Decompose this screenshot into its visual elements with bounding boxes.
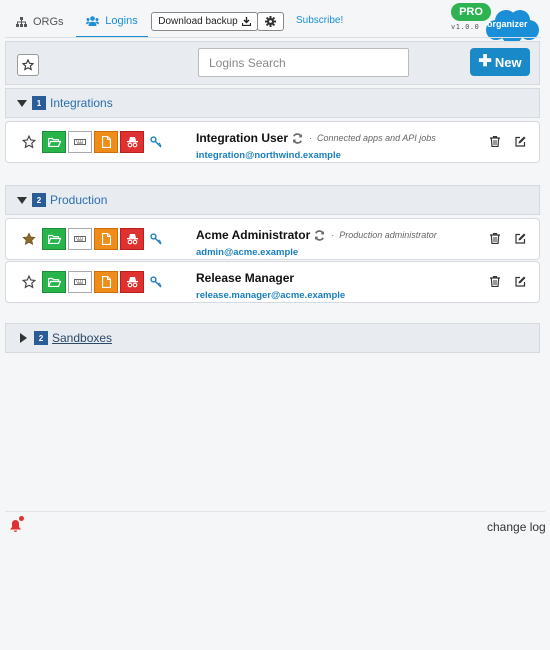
- version-label: v1.0.0: [451, 23, 480, 31]
- login-name: Acme Administrator: [196, 228, 311, 242]
- nav-divider: [5, 37, 541, 38]
- login-name: Release Manager: [196, 271, 295, 285]
- login-description: · Connected apps and API jobs: [309, 133, 436, 143]
- trash-icon[interactable]: [490, 276, 500, 287]
- caret-down-icon: [17, 196, 27, 204]
- star-outline-icon: [22, 59, 34, 71]
- bell-icon[interactable]: [9, 519, 22, 533]
- trash-icon[interactable]: [490, 233, 500, 244]
- tab-logins[interactable]: Logins: [76, 6, 148, 38]
- open-document-button[interactable]: [94, 271, 118, 293]
- incognito-icon: [126, 277, 138, 288]
- open-folder-button[interactable]: [42, 271, 66, 293]
- terminal-icon: [74, 139, 86, 145]
- login-name: Integration User: [196, 131, 289, 145]
- open-folder-button[interactable]: [42, 228, 66, 250]
- login-username[interactable]: integration@northwind.example: [196, 150, 341, 161]
- folder-open-icon: [47, 137, 61, 147]
- subscribe-link[interactable]: Subscribe!: [296, 15, 343, 26]
- new-login-button[interactable]: ✚ New: [470, 48, 530, 76]
- open-document-button[interactable]: [94, 131, 118, 153]
- group-header-sandboxes[interactable]: 2 Sandboxes: [5, 323, 540, 353]
- plus-icon: ✚: [478, 53, 492, 70]
- open-console-button[interactable]: [68, 271, 92, 293]
- open-folder-button[interactable]: [42, 131, 66, 153]
- caret-down-icon: [17, 99, 27, 107]
- document-icon: [101, 136, 111, 148]
- login-row: Acme Administrator · Production administr…: [5, 218, 540, 260]
- login-row: Integration User · Connected apps and API…: [5, 121, 540, 163]
- caret-right-icon: [20, 333, 27, 343]
- gear-icon: [265, 16, 276, 27]
- tab-orgs-label: ORGs: [33, 16, 64, 28]
- settings-button[interactable]: [257, 12, 284, 31]
- logins-search-input[interactable]: [198, 48, 409, 77]
- tab-logins-label: Logins: [105, 15, 138, 27]
- tab-orgs[interactable]: ORGs: [16, 8, 64, 36]
- open-document-button[interactable]: [94, 228, 118, 250]
- terminal-icon: [74, 236, 86, 242]
- open-incognito-button[interactable]: [120, 271, 144, 293]
- download-icon: [241, 17, 251, 26]
- login-description: · Production administrator: [331, 230, 437, 240]
- changelog-link[interactable]: change log: [487, 520, 546, 534]
- footer-divider: [5, 511, 545, 512]
- refresh-icon[interactable]: [314, 229, 325, 241]
- folder-open-icon: [47, 277, 61, 287]
- new-login-label: New: [494, 54, 522, 70]
- logins-toolbar: ✚ New: [5, 41, 540, 85]
- edit-icon[interactable]: [515, 276, 526, 287]
- document-icon: [101, 233, 111, 245]
- terminal-icon: [74, 279, 86, 285]
- key-icon[interactable]: [150, 276, 162, 288]
- top-navigation: ORGs Logins Download backup Subscribe! P…: [0, 0, 550, 44]
- incognito-icon: [126, 234, 138, 245]
- group-header-integrations[interactable]: 1 Integrations: [5, 88, 540, 118]
- group-count-badge: 1: [32, 96, 46, 110]
- open-incognito-button[interactable]: [120, 131, 144, 153]
- group-count-badge: 2: [34, 331, 48, 345]
- key-icon[interactable]: [150, 233, 162, 245]
- trash-icon[interactable]: [490, 136, 500, 147]
- login-row: Release Manager release.manager@acme.exa…: [5, 261, 540, 303]
- refresh-icon[interactable]: [292, 132, 303, 144]
- document-icon: [101, 276, 111, 288]
- open-console-button[interactable]: [68, 228, 92, 250]
- incognito-icon: [126, 137, 138, 148]
- group-name: Integrations: [50, 96, 113, 110]
- group-header-production[interactable]: 2 Production: [5, 185, 540, 215]
- star-outline-icon[interactable]: [22, 135, 36, 149]
- star-filled-icon[interactable]: [22, 232, 36, 246]
- star-outline-icon[interactable]: [22, 275, 36, 289]
- login-username[interactable]: admin@acme.example: [196, 247, 298, 258]
- logo-text: organizer: [487, 19, 528, 29]
- sitemap-icon: [16, 17, 27, 27]
- login-name-row: Acme Administrator · Production administr…: [196, 228, 437, 242]
- download-backup-button[interactable]: Download backup: [151, 12, 258, 31]
- favorites-filter-button[interactable]: [17, 54, 39, 76]
- edit-icon[interactable]: [515, 136, 526, 147]
- open-incognito-button[interactable]: [120, 228, 144, 250]
- group-name: Production: [50, 193, 108, 207]
- group-count-badge: 2: [32, 193, 46, 207]
- login-username[interactable]: release.manager@acme.example: [196, 290, 345, 301]
- download-backup-label: Download backup: [158, 16, 238, 27]
- login-name-row: Integration User · Connected apps and API…: [196, 131, 436, 145]
- key-icon[interactable]: [150, 136, 162, 148]
- group-name: Sandboxes: [52, 331, 113, 345]
- folder-open-icon: [47, 234, 61, 244]
- open-console-button[interactable]: [68, 131, 92, 153]
- notification-dot: [19, 516, 24, 521]
- login-name-row: Release Manager: [196, 271, 294, 285]
- edit-icon[interactable]: [515, 233, 526, 244]
- users-icon: [86, 16, 100, 26]
